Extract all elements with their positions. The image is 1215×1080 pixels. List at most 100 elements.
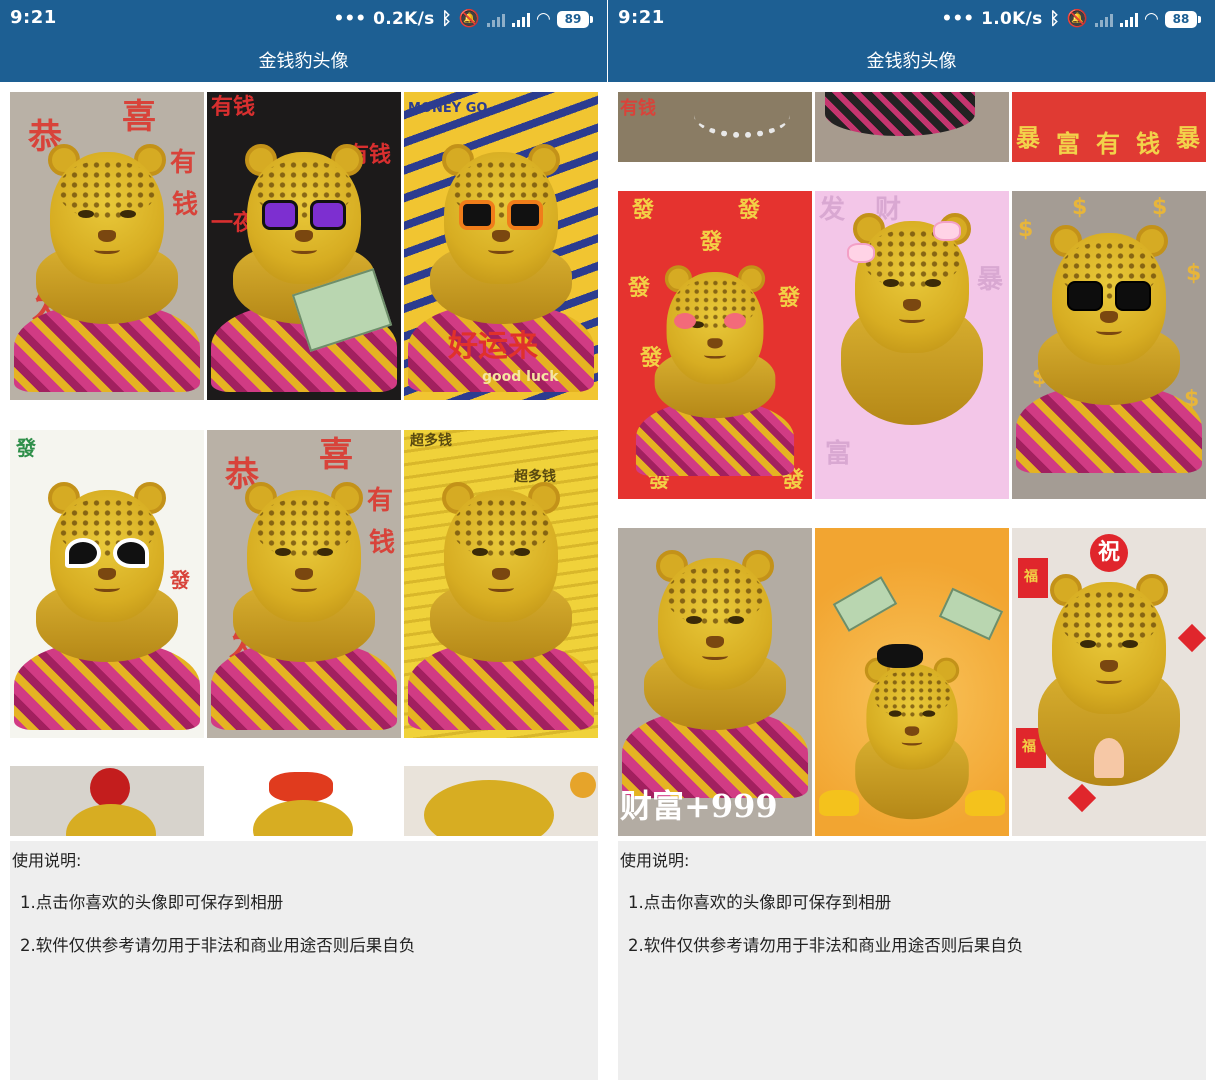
tile-text: MONEY GO: [408, 101, 488, 116]
net-speed: 0.2K/s: [373, 9, 435, 29]
tile-text: 喜: [319, 435, 353, 475]
mute-bell-icon: 🔕: [1066, 8, 1088, 29]
avatar-tile[interactable]: [207, 766, 401, 836]
avatar-tile[interactable]: 祝 福 福: [1012, 528, 1206, 836]
avatar-tile[interactable]: [404, 766, 598, 836]
status-time: 9:21: [618, 7, 665, 28]
instructions-title: 使用说明:: [620, 851, 690, 870]
wifi-icon: ◠: [1144, 8, 1158, 29]
diamond-necklace-icon: [694, 92, 790, 138]
rose-icon: [90, 768, 130, 808]
tile-text: 暴: [1016, 123, 1040, 152]
avatar-tile[interactable]: MONEY GO 好运来 good luck: [404, 92, 598, 400]
avatar-tile[interactable]: 恭 喜 有 钱 发 财: [10, 92, 204, 400]
avatar-tile[interactable]: 财富+999: [618, 528, 812, 836]
status-bar: 9:21 ••• 1.0K/s ᛒ 🔕 ◠ 88: [608, 0, 1215, 38]
instructions-line-1: 1.点击你喜欢的头像即可保存到相册: [628, 893, 892, 912]
leopard-character: [1016, 225, 1202, 473]
grid-row: 發 發 發 發 發 發 發 發 发 财 暴 富 $ $ $ $ $ $: [618, 191, 1206, 499]
dollar-bag-icon: $: [1152, 195, 1168, 220]
tile-text: 超多钱: [514, 469, 556, 485]
screenshot-pair: 9:21 ••• 0.2K/s ᛒ 🔕 ◠ 89 金钱豹头像 恭 喜 有 钱 有…: [0, 0, 1215, 1080]
phone-screen-right: 9:21 ••• 1.0K/s ᛒ 🔕 ◠ 88 金钱豹头像 有钱 暴 富 有 …: [608, 0, 1215, 1080]
battery-level: 89: [557, 10, 589, 28]
leopard-character: [622, 550, 808, 798]
mute-bell-icon: 🔕: [458, 8, 480, 29]
tile-text: 祝: [1098, 539, 1121, 565]
avatar-tile[interactable]: 有钱 有钱 一夜 暴富: [207, 92, 401, 400]
tile-text: 福: [1022, 739, 1036, 755]
avatar-tile[interactable]: 超多钱 超多钱 超多钱: [404, 430, 598, 738]
instructions-panel: 使用说明: 1.点击你喜欢的头像即可保存到相册 2.软件仅供参考请勿用于非法和商…: [10, 841, 598, 1080]
dollar-bag-icon: $: [1018, 217, 1034, 242]
pink-bow-icon: [847, 243, 875, 263]
page-title: 金钱豹头像: [258, 51, 349, 72]
tile-text: 有: [1096, 129, 1120, 158]
avatar-tile[interactable]: $ $ $ $ $ $ $ $: [1012, 191, 1206, 499]
pink-bow-icon: [933, 221, 961, 241]
tile-text: 发: [819, 195, 846, 225]
battery-icon: 88: [1165, 10, 1201, 28]
gold-ingot-icon: [819, 790, 859, 816]
avatar-tile[interactable]: 發 發 發 發 發 發 發 發: [618, 191, 812, 499]
purple-sunglasses-icon: [262, 200, 346, 232]
status-icons: ••• 1.0K/s ᛒ 🔕 ◠ 88: [942, 7, 1201, 31]
grid-row: 恭 喜 有 钱 发 财 有钱 有钱 一夜 暴富: [10, 92, 598, 400]
dollar-bag-icon: $: [1186, 261, 1202, 286]
instructions-title: 使用说明:: [12, 851, 82, 870]
avatar-tile[interactable]: [10, 766, 204, 836]
black-sunglasses-icon: [1067, 281, 1151, 313]
signal-icon-sim2: [486, 11, 505, 27]
phone-screen-left: 9:21 ••• 0.2K/s ᛒ 🔕 ◠ 89 金钱豹头像 恭 喜 有 钱 有…: [0, 0, 607, 1080]
grid-row: 發 發 發 恭 喜 有 钱 发 财 超: [10, 430, 598, 738]
bluetooth-icon: ᛒ: [441, 8, 452, 29]
avatar-grid[interactable]: 恭 喜 有 钱 发 财 有钱 有钱 一夜 暴富: [10, 92, 598, 836]
avatar-tile[interactable]: [815, 92, 1009, 162]
avatar-tile[interactable]: 恭 喜 有 钱 发 财: [207, 430, 401, 738]
tile-text: 钱: [369, 528, 396, 558]
tile-text: 好运来: [448, 329, 538, 364]
leopard-character: [408, 144, 594, 392]
avatar-tile[interactable]: 发 财 暴 富: [815, 191, 1009, 499]
tile-text: 钱: [172, 190, 199, 220]
tile-text: 财富+999: [620, 787, 778, 825]
tile-text: 發: [628, 275, 651, 301]
instructions-line-1: 1.点击你喜欢的头像即可保存到相册: [20, 893, 284, 912]
app-bar: 金钱豹头像: [608, 38, 1215, 82]
app-bar: 金钱豹头像: [0, 38, 607, 82]
tile-text: 發: [632, 197, 655, 223]
leopard-character: [14, 482, 200, 730]
avatar-tile[interactable]: 發 發 發: [10, 430, 204, 738]
status-time: 9:21: [10, 7, 57, 28]
leopard-character: [855, 657, 969, 824]
avatar-tile[interactable]: 有钱: [618, 92, 812, 162]
tile-text: 喜: [122, 97, 156, 137]
avatar-tile[interactable]: [815, 528, 1009, 836]
grid-row: 有钱 暴 富 有 钱 暴: [618, 92, 1206, 162]
tile-text: 富: [825, 439, 852, 469]
leopard-character: [211, 482, 397, 730]
page-title: 金钱豹头像: [866, 51, 957, 72]
tile-text: 發: [170, 568, 190, 592]
battery-icon: 89: [557, 10, 593, 28]
tile-text: 發: [700, 229, 723, 255]
net-speed: 1.0K/s: [981, 9, 1043, 29]
gold-ingot-icon: [965, 790, 1005, 816]
praying-hands-icon: [1094, 738, 1124, 778]
more-dots-icon: •••: [333, 8, 367, 29]
orange-sunglasses-icon: [459, 200, 543, 232]
instructions-line-2: 2.软件仅供参考请勿用于非法和商业用途否则后果自负: [628, 936, 1024, 955]
signal-icon-sim1: [511, 11, 530, 27]
more-dots-icon: •••: [941, 8, 975, 29]
tile-text: 有: [170, 148, 197, 178]
leopard-character: [635, 265, 795, 476]
avatar-grid[interactable]: 有钱 暴 富 有 钱 暴 發 發 發 發 發 發 發 發 发 财 暴 富 $ $…: [618, 92, 1206, 836]
grid-row: 财富+999 祝 福 福: [618, 528, 1206, 836]
tile-text: good luck: [482, 369, 559, 385]
avatar-tile[interactable]: 暴 富 有 钱 暴: [1012, 92, 1206, 162]
tile-text: 福: [1024, 569, 1038, 585]
battery-level: 88: [1165, 10, 1197, 28]
tile-text: 有: [367, 486, 394, 516]
heart-glasses-icon: [65, 538, 149, 570]
bluetooth-icon: ᛒ: [1049, 8, 1060, 29]
